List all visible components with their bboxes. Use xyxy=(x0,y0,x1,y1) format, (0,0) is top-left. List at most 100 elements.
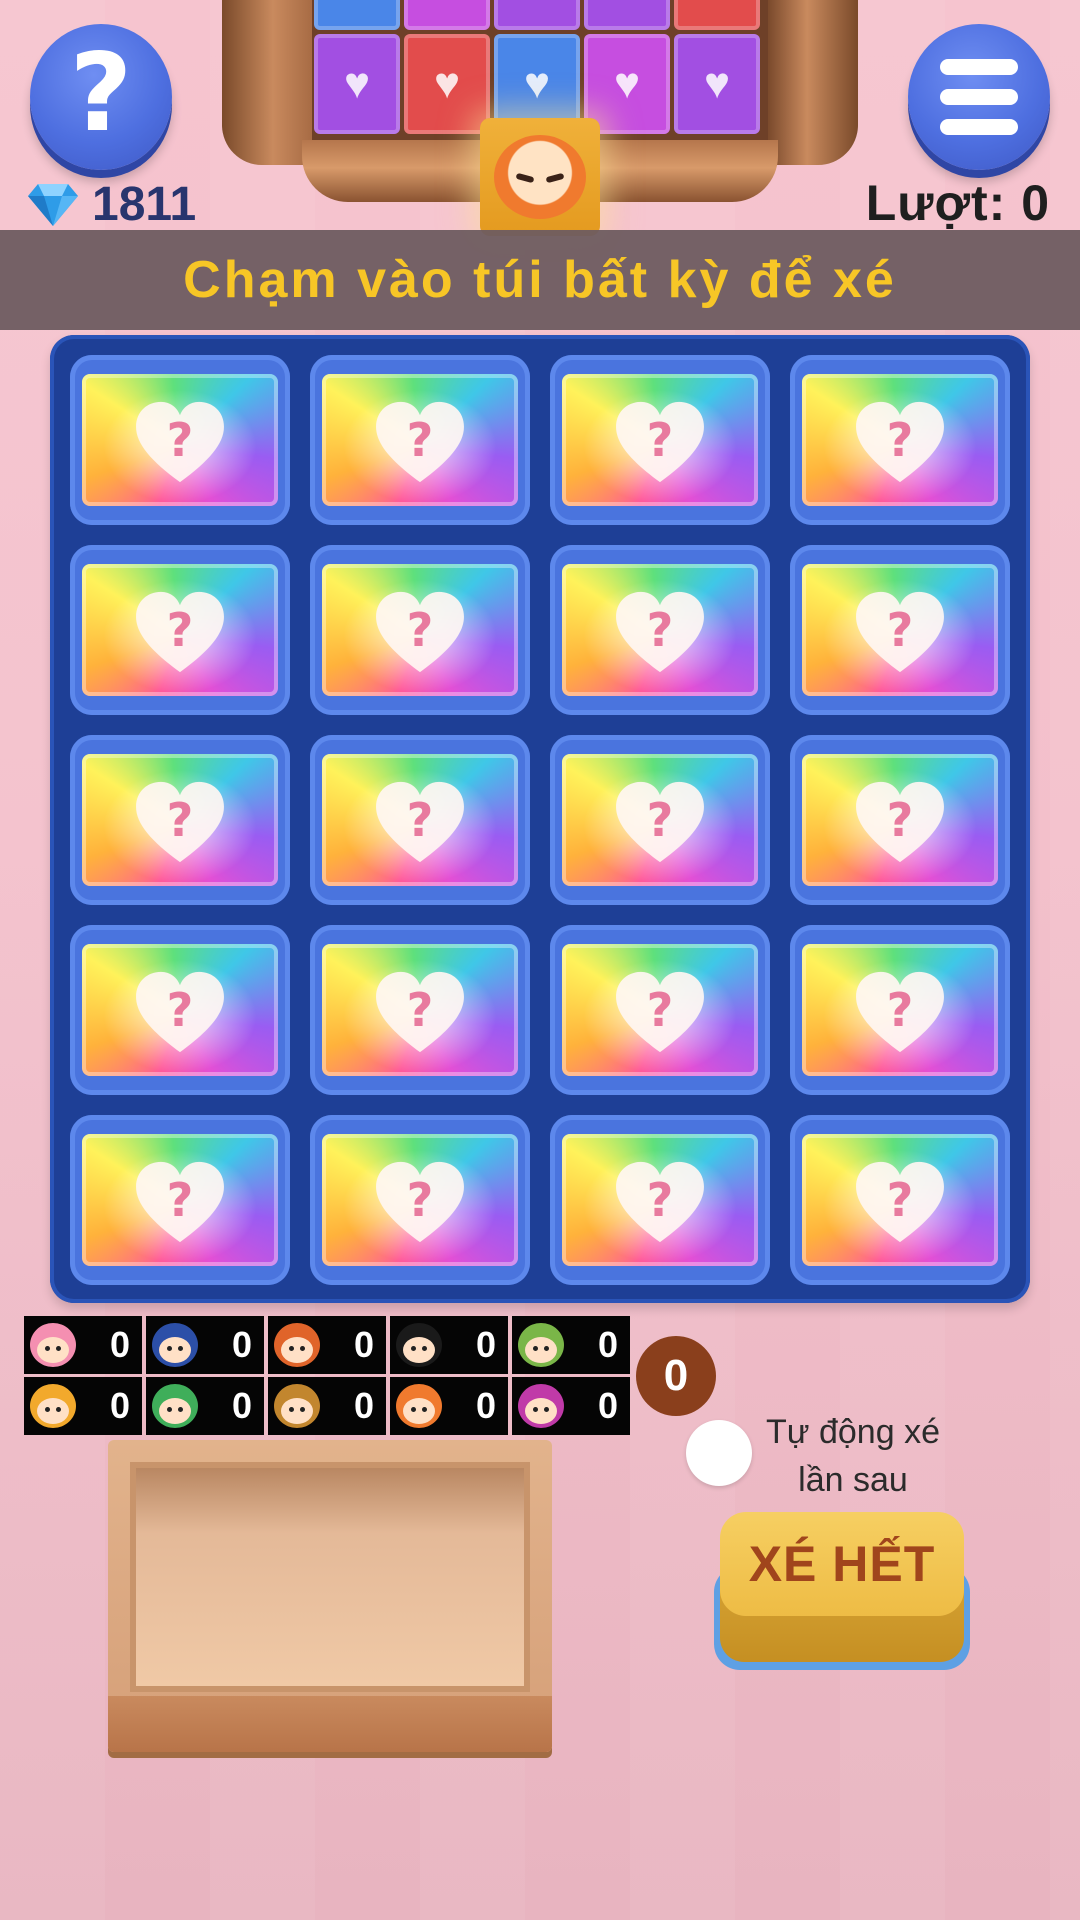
pack-question-mark: ? xyxy=(406,603,434,657)
auto-tear-label-line1: Tự động xé xyxy=(766,1413,940,1451)
mystery-pack[interactable]: ? xyxy=(82,944,278,1076)
mystery-pack[interactable]: ? xyxy=(322,754,518,886)
character-counter: 0 xyxy=(268,1316,386,1374)
mystery-pack[interactable]: ? xyxy=(562,944,758,1076)
mascot-avatar xyxy=(480,118,600,236)
gem-balance: 1811 xyxy=(28,176,196,232)
character-avatar-icon xyxy=(518,1323,564,1367)
character-avatar-icon xyxy=(396,1323,442,1367)
pack-slot[interactable]: ? xyxy=(790,925,1010,1095)
mystery-pack[interactable]: ? xyxy=(562,1134,758,1266)
character-avatar-icon xyxy=(396,1384,442,1428)
character-counter: 0 xyxy=(24,1377,142,1435)
pack-question-mark: ? xyxy=(646,983,674,1037)
diamond-icon xyxy=(28,184,78,226)
mystery-pack[interactable]: ? xyxy=(562,564,758,696)
character-counter: 0 xyxy=(24,1316,142,1374)
pack-slot[interactable]: ? xyxy=(790,735,1010,905)
collection-tray xyxy=(108,1440,552,1752)
character-avatar-icon xyxy=(274,1384,320,1428)
pack-slot[interactable]: ? xyxy=(790,355,1010,525)
character-avatar-icon xyxy=(152,1384,198,1428)
pack-question-mark: ? xyxy=(406,1173,434,1227)
pack-slot[interactable]: ? xyxy=(310,1115,530,1285)
pack-slot[interactable]: ? xyxy=(550,1115,770,1285)
pack-question-mark: ? xyxy=(166,413,194,467)
mystery-pack[interactable]: ? xyxy=(82,374,278,506)
pack-question-mark: ? xyxy=(646,1173,674,1227)
shelf-pack: ♥ xyxy=(404,34,490,134)
mystery-pack[interactable]: ? xyxy=(802,754,998,886)
mystery-pack[interactable]: ? xyxy=(802,1134,998,1266)
character-counter: 0 xyxy=(390,1377,508,1435)
question-mark-icon: ? xyxy=(69,31,133,156)
pack-slot[interactable]: ? xyxy=(70,1115,290,1285)
shelf-pack-top xyxy=(674,0,760,30)
auto-tear-label-line2: lần sau xyxy=(798,1461,908,1499)
heart-icon: ♥ xyxy=(703,59,731,108)
instruction-text: Chạm vào túi bất kỳ để xé xyxy=(183,251,897,309)
instruction-banner: Chạm vào túi bất kỳ để xé xyxy=(0,230,1080,330)
pack-slot[interactable]: ? xyxy=(310,355,530,525)
pack-question-mark: ? xyxy=(646,603,674,657)
pack-slot[interactable]: ? xyxy=(310,735,530,905)
pack-slot[interactable]: ? xyxy=(310,925,530,1095)
character-count: 0 xyxy=(597,1385,618,1426)
pack-slot[interactable]: ? xyxy=(310,545,530,715)
pack-slot[interactable]: ? xyxy=(70,925,290,1095)
shelf-pack: ♥ xyxy=(584,34,670,134)
pack-slot[interactable]: ? xyxy=(790,545,1010,715)
character-counter: 0 xyxy=(390,1316,508,1374)
mystery-pack[interactable]: ? xyxy=(322,374,518,506)
mystery-pack[interactable]: ? xyxy=(562,754,758,886)
pack-question-mark: ? xyxy=(886,983,914,1037)
heart-icon: ♥ xyxy=(613,59,641,108)
mystery-pack[interactable]: ? xyxy=(322,944,518,1076)
pack-slot[interactable]: ? xyxy=(550,925,770,1095)
pack-slot[interactable]: ? xyxy=(790,1115,1010,1285)
character-counter: 0 xyxy=(268,1377,386,1435)
tray-inner xyxy=(130,1462,530,1692)
tear-all-label: XÉ HẾT xyxy=(748,1536,936,1592)
pack-slot[interactable]: ? xyxy=(70,545,290,715)
heart-icon: ♥ xyxy=(433,59,461,108)
menu-button[interactable] xyxy=(908,24,1050,170)
character-avatar-icon xyxy=(152,1323,198,1367)
character-count: 0 xyxy=(231,1385,252,1426)
mystery-pack[interactable]: ? xyxy=(802,564,998,696)
shelf-pack-top xyxy=(494,0,580,30)
mystery-pack[interactable]: ? xyxy=(562,374,758,506)
mystery-pack[interactable]: ? xyxy=(322,1134,518,1266)
pack-slot[interactable]: ? xyxy=(550,545,770,715)
pack-question-mark: ? xyxy=(886,793,914,847)
character-avatar-icon xyxy=(30,1384,76,1428)
mystery-pack[interactable]: ? xyxy=(82,564,278,696)
mystery-pack[interactable]: ? xyxy=(322,564,518,696)
shelf-pack-top xyxy=(314,0,400,30)
mascot-face xyxy=(494,135,586,219)
tear-all-button[interactable]: XÉ HẾT xyxy=(714,1512,970,1672)
pack-slot[interactable]: ? xyxy=(550,735,770,905)
pack-question-mark: ? xyxy=(406,413,434,467)
tray-front xyxy=(108,1696,552,1752)
character-count: 0 xyxy=(353,1324,374,1365)
mystery-pack[interactable]: ? xyxy=(802,944,998,1076)
help-button[interactable]: ? xyxy=(30,24,172,170)
character-avatar-icon xyxy=(30,1323,76,1367)
turn-counter: Lượt: 0 xyxy=(865,175,1050,231)
mystery-pack[interactable]: ? xyxy=(82,1134,278,1266)
character-counter: 0 xyxy=(146,1377,264,1435)
pack-slot[interactable]: ? xyxy=(550,355,770,525)
pack-slot[interactable]: ? xyxy=(70,735,290,905)
character-counter: 0 xyxy=(512,1316,630,1374)
tear-all-button-face: XÉ HẾT xyxy=(720,1512,964,1616)
character-count: 0 xyxy=(353,1385,374,1426)
pack-slot[interactable]: ? xyxy=(70,355,290,525)
character-count: 0 xyxy=(597,1324,618,1365)
pack-question-mark: ? xyxy=(166,1173,194,1227)
mystery-pack[interactable]: ? xyxy=(802,374,998,506)
pack-question-mark: ? xyxy=(886,413,914,467)
mystery-pack[interactable]: ? xyxy=(82,754,278,886)
heart-icon: ♥ xyxy=(343,59,371,108)
character-avatar-icon xyxy=(274,1323,320,1367)
